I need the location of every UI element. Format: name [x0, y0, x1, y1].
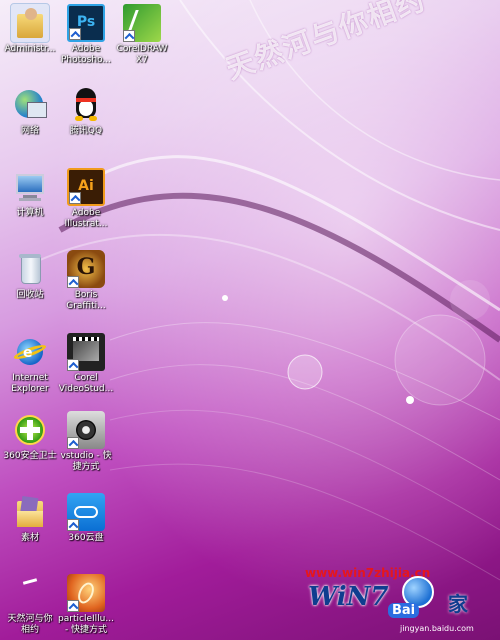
- desktop-icon-360-security[interactable]: 360安全卫士: [2, 411, 58, 462]
- corel-videostudio-icon: [67, 333, 105, 371]
- desktop-icon-vstudio[interactable]: vstudio - 快 捷方式: [58, 411, 114, 473]
- icon-label: 360安全卫士: [3, 451, 57, 461]
- desktop-icon-document[interactable]: 天然河与你 相约: [2, 574, 58, 636]
- icon-label: 回收站: [16, 290, 44, 300]
- administrator-folder-icon: [10, 3, 50, 43]
- desktop-icon-illustrator[interactable]: Ai Adobe Illustrat...: [58, 168, 114, 230]
- desktop-icon-ie[interactable]: e Internet Explorer: [2, 333, 58, 395]
- desktop-icon-administrator[interactable]: Administr...: [2, 3, 58, 55]
- icon-label: 天然河与你 相约: [7, 614, 53, 635]
- desktop-icon-recycle-bin[interactable]: 回收站: [2, 250, 58, 301]
- icon-label: CorelDRAW X7: [116, 44, 168, 65]
- desktop-icon-material-folder[interactable]: 素材: [2, 493, 58, 544]
- icon-label: 腾讯QQ: [69, 126, 103, 136]
- icon-label: Adobe Photosho...: [61, 44, 111, 65]
- 360-cloud-icon: [67, 493, 105, 531]
- icon-label: Administr...: [4, 44, 56, 54]
- icon-label: particleIllu... - 快捷方式: [58, 614, 114, 635]
- vstudio-shortcut-icon: [67, 411, 105, 449]
- recycle-bin-icon: [11, 250, 49, 288]
- desktop[interactable]: 天然河与你相约 Administr... Ps Adobe Photosho..…: [0, 0, 500, 640]
- photoshop-icon: Ps: [67, 4, 105, 42]
- internet-explorer-icon: e: [11, 333, 49, 371]
- icon-label: Corel VideoStud...: [58, 373, 114, 394]
- boris-graffiti-icon: G: [67, 250, 105, 288]
- particle-shortcut-icon: [67, 574, 105, 612]
- computer-icon: [11, 168, 49, 206]
- icon-label: vstudio - 快 捷方式: [60, 451, 112, 472]
- desktop-icon-coreldraw[interactable]: CorelDRAW X7: [114, 4, 170, 66]
- desktop-icon-particle[interactable]: particleIllu... - 快捷方式: [58, 574, 114, 636]
- material-folder-icon: [11, 493, 49, 531]
- desktop-icon-computer[interactable]: 计算机: [2, 168, 58, 219]
- icon-label: 网络: [20, 126, 39, 136]
- desktop-icon-corel-videostudio[interactable]: Corel VideoStud...: [58, 333, 114, 395]
- 360-security-icon: [11, 411, 49, 449]
- brand-suffix: 家: [448, 592, 468, 616]
- desktop-icon-network[interactable]: 网络: [2, 86, 58, 137]
- illustrator-icon: Ai: [67, 168, 105, 206]
- source-url-watermark: jingyan.baidu.com: [400, 624, 474, 633]
- brand-logo-text: WiN7: [308, 582, 389, 612]
- icon-label: Adobe Illustrat...: [64, 208, 108, 229]
- qq-icon: [67, 86, 105, 124]
- desktop-icon-boris[interactable]: G Boris Graffiti...: [58, 250, 114, 312]
- icon-label: Internet Explorer: [11, 373, 49, 394]
- coreldraw-icon: [123, 4, 161, 42]
- icon-label: 素材: [20, 533, 39, 543]
- desktop-icon-360-cloud[interactable]: 360云盘: [58, 493, 114, 544]
- network-icon: [11, 86, 49, 124]
- desktop-icon-photoshop[interactable]: Ps Adobe Photosho...: [58, 4, 114, 66]
- icon-label: 360云盘: [68, 533, 104, 543]
- desktop-icon-qq[interactable]: 腾讯QQ: [58, 86, 114, 137]
- document-icon: [11, 574, 49, 612]
- brand-tag: Bai: [388, 603, 420, 618]
- icon-label: Boris Graffiti...: [66, 290, 106, 311]
- icon-label: 计算机: [16, 208, 44, 218]
